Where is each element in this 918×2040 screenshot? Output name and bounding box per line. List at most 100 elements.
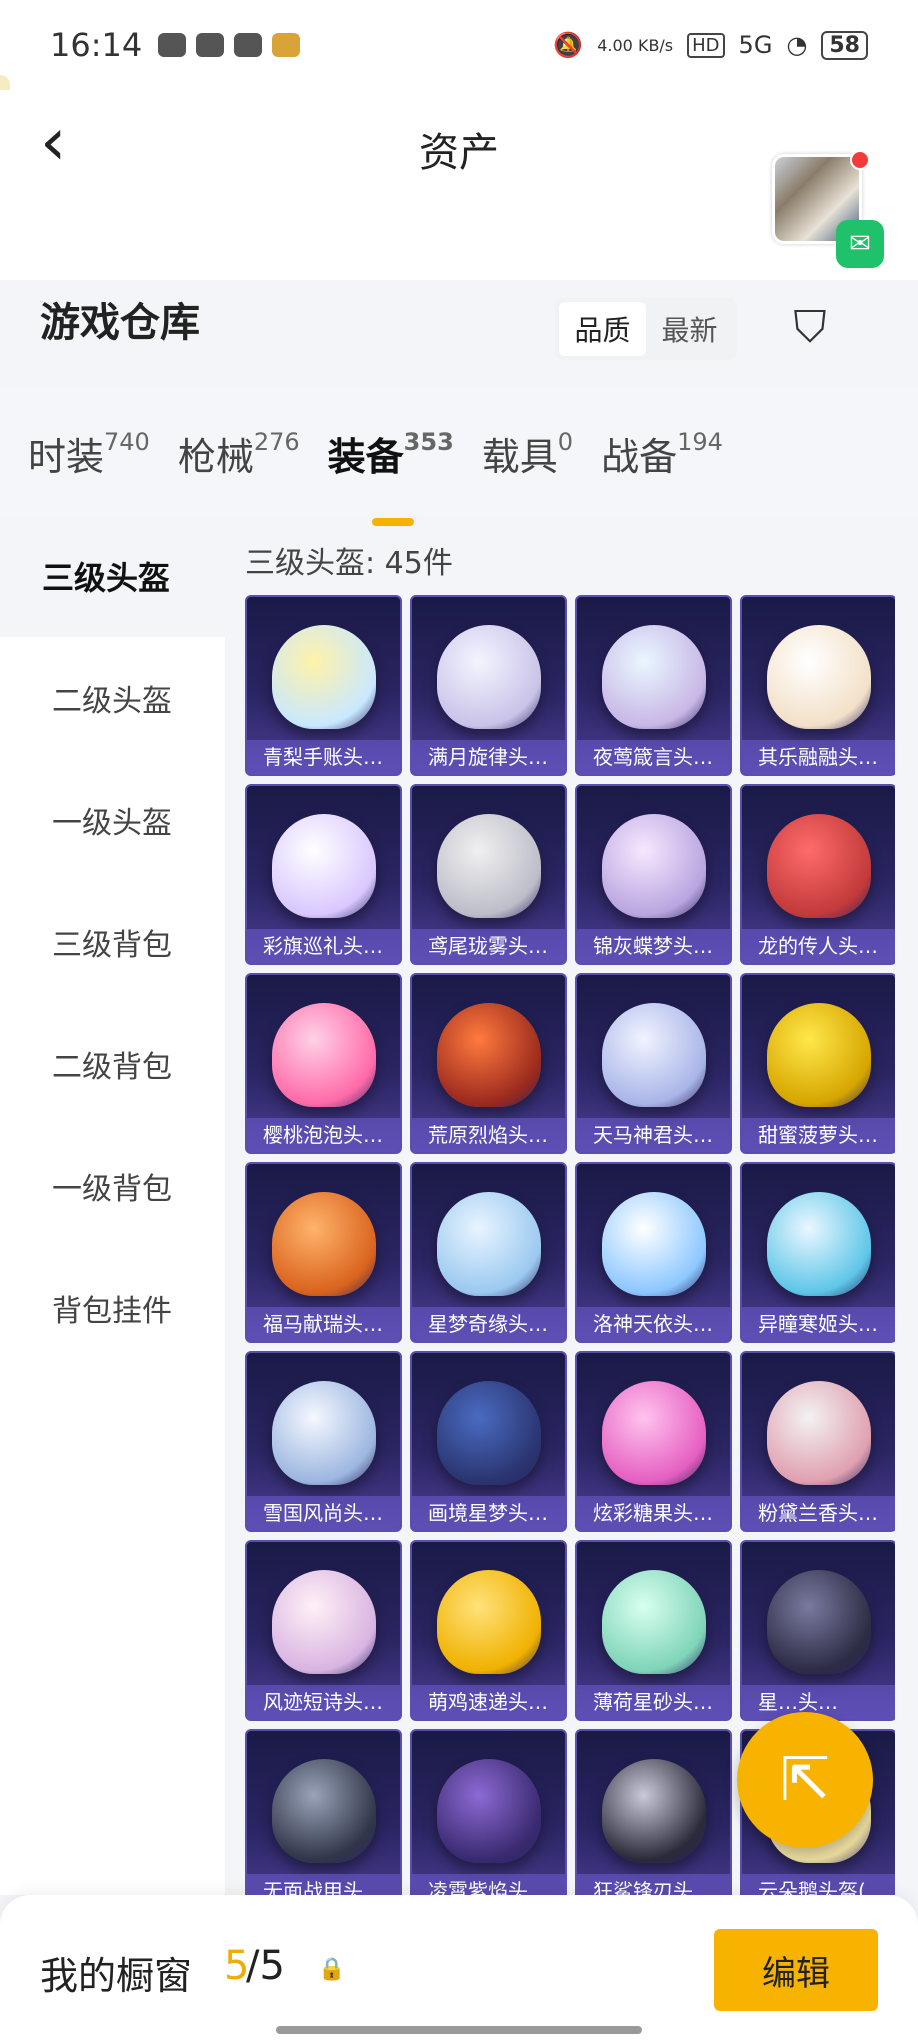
item-card[interactable]: 风迹短诗头… [245,1540,402,1721]
chat-icon [234,33,263,57]
item-card[interactable]: 青梨手账头… [245,595,402,776]
helmet-icon [436,1759,541,1863]
item-card[interactable]: 彩旗巡礼头… [245,784,402,965]
item-name: 无面战甲头… [247,1874,400,1895]
sidebar-item-lv2-backpack[interactable]: 二级背包 [0,1003,225,1125]
showcase-bar: 我的橱窗 5 /5 🔒 编辑 [0,1895,918,2040]
item-card[interactable]: 天马神君头… [575,973,732,1154]
item-count-label: 三级头盔: 45件 [245,546,453,581]
item-card[interactable]: 福马献瑞头… [245,1162,402,1343]
item-name: 萌鸡速递头… [412,1685,565,1719]
tab-guns[interactable]: 枪械276 [178,426,300,481]
hd-icon: HD [687,32,725,58]
helmet-icon [766,814,871,918]
notification-dot [850,150,870,170]
item-card[interactable]: 萌鸡速递头… [410,1540,567,1721]
item-card[interactable]: 满月旋律头… [410,595,567,776]
item-card[interactable]: 夜莺箴言头… [575,595,732,776]
item-card[interactable]: 鸢尾珑雾头… [410,784,567,965]
item-name: 画境星梦头… [412,1496,565,1530]
tab-count: 0 [557,428,574,457]
item-name: 锦灰蝶梦头… [577,929,730,963]
item-card[interactable]: 锦灰蝶梦头… [575,784,732,965]
wechat-icon[interactable]: ✉ [836,220,884,268]
helmet-icon [766,1381,871,1485]
item-card[interactable]: 凌霄紫焰头… [410,1729,567,1895]
sidebar-item-backpack-charm[interactable]: 背包挂件 [0,1247,225,1369]
tab-count: 194 [677,428,723,457]
item-card[interactable]: 雪国风尚头… [245,1351,402,1532]
sidebar-item-lv3-backpack[interactable]: 三级背包 [0,881,225,1003]
showcase-label: 我的橱窗 [40,1954,193,1998]
tab-equipment[interactable]: 装备353 [327,426,454,526]
item-card[interactable]: 樱桃泡泡头… [245,973,402,1154]
sort-newest[interactable]: 最新 [646,302,733,356]
tab-fashion[interactable]: 时装740 [28,426,150,481]
item-grid: 青梨手账头… 满月旋律头… 夜莺箴言头… 其乐融融头… 彩旗巡礼头… 鸢尾珑雾头… 锦灰蝶梦… [245,595,895,1895]
item-card[interactable]: 星梦奇缘头… [410,1162,567,1343]
item-name: 青梨手账头… [247,740,400,774]
item-name: 荒原烈焰头… [412,1118,565,1152]
item-name: 风迹短诗头… [247,1685,400,1719]
helmet-icon [766,1192,871,1296]
item-card[interactable]: 粉黛兰香头… [740,1351,895,1532]
tab-count: 276 [253,428,300,457]
item-name: 龙的传人头… [742,929,895,963]
sidebar-item-lv1-helmet[interactable]: 一级头盔 [0,759,225,881]
item-card[interactable]: 星…头… [740,1540,895,1721]
helmet-icon [436,814,541,918]
sort-quality[interactable]: 品质 [559,302,646,356]
home-indicator [276,2026,642,2034]
battery-level: 58 [821,30,868,60]
app-icon [158,33,187,57]
sidebar-item-lv1-backpack[interactable]: 一级背包 [0,1125,225,1247]
sidebar-item-lv3-helmet[interactable]: 三级头盔 [0,515,225,637]
item-name: 云朵鹅头盔(… [742,1874,895,1895]
warehouse-title: 游戏仓库 [40,300,200,346]
item-name: 粉黛兰香头… [742,1496,895,1530]
share-button[interactable]: ⇱ [737,1712,873,1848]
tab-vehicles[interactable]: 载具0 [482,426,573,481]
tab-label: 装备 [327,435,404,479]
status-right: 🔕 4.00 KB/s HD 5G ◔ 58 [553,30,868,60]
tab-label: 时装 [28,435,105,479]
helmet-icon [601,814,706,918]
item-name: 樱桃泡泡头… [247,1118,400,1152]
helmet-icon [436,1570,541,1674]
item-card[interactable]: 薄荷星砂头… [575,1540,732,1721]
helmet-icon [271,1192,376,1296]
item-card[interactable]: 异瞳寒姬头… [740,1162,895,1343]
item-name: 凌霄紫焰头… [412,1874,565,1895]
item-name: 洛神天依头… [577,1307,730,1341]
item-card[interactable]: 龙的传人头… [740,784,895,965]
item-name: 夜莺箴言头… [577,740,730,774]
item-card[interactable]: 荒原烈焰头… [410,973,567,1154]
item-card[interactable]: 炫彩糖果头… [575,1351,732,1532]
helmet-icon [601,1759,706,1863]
page-header: ‹ 资产 ✉ 游戏仓库 品质 最新 ⛉ [0,90,918,360]
item-card[interactable]: 甜蜜菠萝头… [740,973,895,1154]
filter-icon[interactable]: ⛉ [784,300,836,356]
item-card[interactable]: 洛神天依头… [575,1162,732,1343]
item-card[interactable]: 无面战甲头… [245,1729,402,1895]
item-card[interactable]: 狂鲨锋刃头… [575,1729,732,1895]
status-bar: 16:14 🔕 4.00 KB/s HD 5G ◔ 58 [0,0,918,90]
item-name: 彩旗巡礼头… [247,929,400,963]
helmet-icon [766,1003,871,1107]
edit-button[interactable]: 编辑 [714,1929,878,2011]
signal-5g: 5G [738,31,773,59]
game-icon [272,33,301,57]
item-name: 鸢尾珑雾头… [412,929,565,963]
item-name: 其乐融融头… [742,740,895,774]
item-name: 狂鲨锋刃头… [577,1874,730,1895]
sidebar-item-lv2-helmet[interactable]: 二级头盔 [0,637,225,759]
subcategory-sidebar: 三级头盔 二级头盔 一级头盔 三级背包 二级背包 一级背包 背包挂件 [0,515,225,1895]
category-tabs: 时装740 枪械276 装备353 载具0 战备194 [0,390,918,526]
tab-supplies[interactable]: 战备194 [601,426,723,481]
item-card[interactable]: 其乐融融头… [740,595,895,776]
tab-label: 载具 [481,435,558,479]
sort-toggle: 品质 最新 [555,298,737,360]
item-card[interactable]: 画境星梦头… [410,1351,567,1532]
helmet-icon [271,625,376,729]
item-name: 炫彩糖果头… [577,1496,730,1530]
